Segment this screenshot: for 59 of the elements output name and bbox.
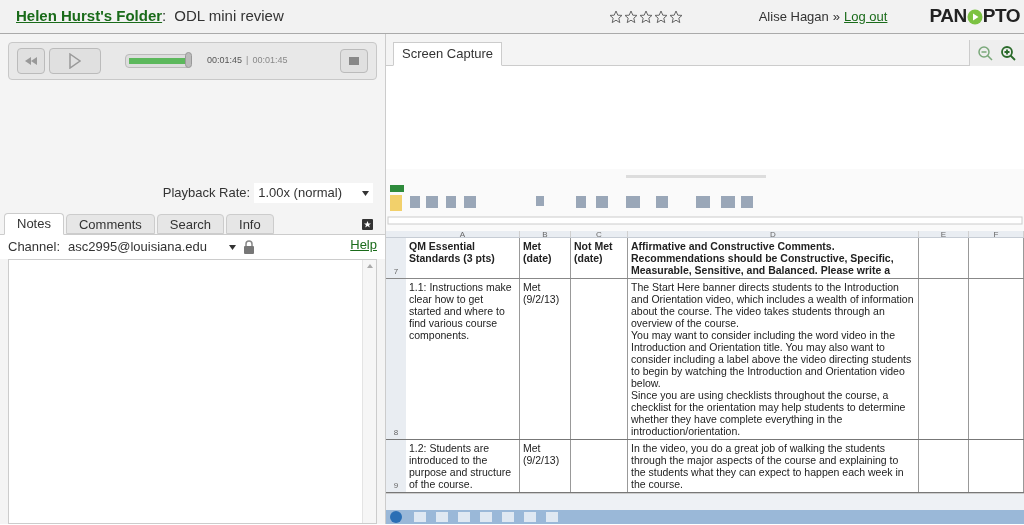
duration-time: 00:01:45 <box>252 54 288 68</box>
panopto-logo: PAN PTO <box>929 4 1020 29</box>
rewind-icon <box>25 57 37 65</box>
column-header[interactable]: C <box>571 231 628 237</box>
title-separator: : <box>162 6 167 27</box>
column-header[interactable]: D <box>628 231 919 237</box>
zoom-in-icon[interactable] <box>1001 45 1016 61</box>
row-header[interactable]: 9 <box>386 440 406 492</box>
dropdown-caret-icon <box>229 244 236 250</box>
tab[interactable]: Info <box>226 214 274 234</box>
play-icon <box>69 53 81 69</box>
column-header[interactable]: E <box>919 231 969 237</box>
tab[interactable]: Notes <box>4 213 64 235</box>
column-header[interactable]: B <box>520 231 571 237</box>
empty-star-icon[interactable] <box>623 9 638 24</box>
screen-toggle-button[interactable] <box>340 49 368 73</box>
cell-text: 1.2: Students are introduced to the purpose and structure of the course. <box>409 442 513 490</box>
notes-scrollbar[interactable] <box>362 260 376 523</box>
empty-star-icon[interactable] <box>668 9 683 24</box>
tab[interactable]: Search <box>156 214 225 234</box>
column-heading: Affirmative and Constructive Comments. Recommendations should be Constructive, Specific, Measurable, Sensitive, and Balanced. Please write a <box>631 240 895 276</box>
playback-rate-label: Playback Rate: <box>162 184 251 203</box>
empty-star-icon[interactable] <box>638 9 653 24</box>
progress-track[interactable] <box>125 54 191 68</box>
dropdown-caret-icon <box>362 190 369 196</box>
rating-stars[interactable] <box>608 9 683 24</box>
column-heading: QM Essential Standards (3 pts) <box>409 240 496 264</box>
cell-text: Met (9/2/13) <box>523 281 561 305</box>
user-name: Alise Hagan <box>758 7 829 26</box>
screen-icon <box>349 57 359 65</box>
row-header[interactable]: 7 <box>386 238 406 278</box>
help-link[interactable]: Help <box>350 235 377 255</box>
cell-text: 1.1: Instructions make clear how to get started and where to find various course components. <box>409 281 513 341</box>
cell-text: Since you are using checklists throughout the course, a checklist for the orientation may help students to determine whether they have complete everything in the introduction/orientation. <box>631 389 907 437</box>
progress-handle[interactable] <box>185 52 192 68</box>
view-tab[interactable]: Screen Capture <box>393 42 503 66</box>
session-title: ODL mini review <box>174 6 284 27</box>
lock-icon <box>244 240 254 254</box>
cell-text: The Start Here banner directs students to the Introduction and Orientation video, which includes a wealth of information about the course. The video takes students through an overview of the course. <box>631 281 915 329</box>
row-header[interactable]: 8 <box>386 279 406 439</box>
cell-text: Met (9/2/13) <box>523 442 561 466</box>
column-heading: Met (date) <box>523 240 553 264</box>
channel-label: Channel: <box>8 238 61 257</box>
user-separator: » <box>832 7 841 26</box>
empty-star-icon[interactable] <box>653 9 668 24</box>
column-header[interactable]: A <box>406 231 520 237</box>
scroll-up-icon <box>366 264 373 268</box>
column-header[interactable]: F <box>969 231 1024 237</box>
empty-star-icon[interactable] <box>608 9 623 24</box>
column-heading: Not Met (date) <box>574 240 614 264</box>
logout-link[interactable]: Log out <box>844 6 888 27</box>
time-divider: | <box>246 54 249 68</box>
channel-select[interactable]: asc2995@louisiana.edu <box>64 237 240 257</box>
current-time: 00:01:45 <box>207 54 243 68</box>
cell-text: In the video, you do a great job of walking the students through the major aspects of the course and explaining to the students what they can expect to happen each week in the course. <box>631 442 905 490</box>
tab[interactable]: Comments <box>65 214 155 234</box>
bookmark-icon[interactable] <box>362 219 373 230</box>
cell-text: You may want to consider including the word video in the Introduction and Orientation title. You may also want to consider including a label above the video directing students to begin by watching the Introduction and Orientation video below. <box>631 329 913 389</box>
playback-rate-select[interactable]: 1.00x (normal) <box>254 183 373 203</box>
